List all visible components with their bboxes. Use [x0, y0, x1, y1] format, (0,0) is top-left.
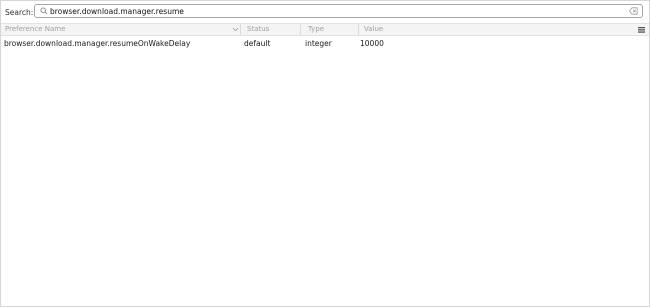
status-cell: default	[244, 39, 271, 48]
search-icon	[39, 7, 48, 16]
column-header-label: Type	[308, 25, 325, 33]
column-header-status[interactable]: Status	[243, 24, 301, 35]
column-picker-icon[interactable]	[637, 25, 646, 34]
chevron-down-icon[interactable]	[232, 26, 239, 33]
column-header-label: Value	[364, 25, 384, 33]
clear-icon[interactable]	[629, 7, 638, 16]
search-box[interactable]	[34, 4, 643, 18]
about-config-page: Search: Preference Name	[0, 0, 650, 307]
search-input[interactable]	[50, 6, 629, 16]
table-header: Preference Name Status Type Value	[1, 23, 649, 36]
search-label: Search:	[5, 7, 34, 17]
table-row[interactable]: browser.download.manager.resumeOnWakeDel…	[1, 38, 649, 49]
search-bar: Search:	[1, 1, 649, 23]
column-header-value[interactable]: Value	[360, 24, 630, 35]
column-header-type[interactable]: Type	[304, 24, 359, 35]
type-cell: integer	[305, 39, 332, 48]
preference-name-cell: browser.download.manager.resumeOnWakeDel…	[4, 39, 191, 48]
value-cell: 10000	[360, 39, 384, 48]
column-header-label: Status	[247, 25, 270, 33]
column-header-preference-name[interactable]: Preference Name	[1, 24, 241, 35]
column-header-label: Preference Name	[5, 25, 66, 33]
